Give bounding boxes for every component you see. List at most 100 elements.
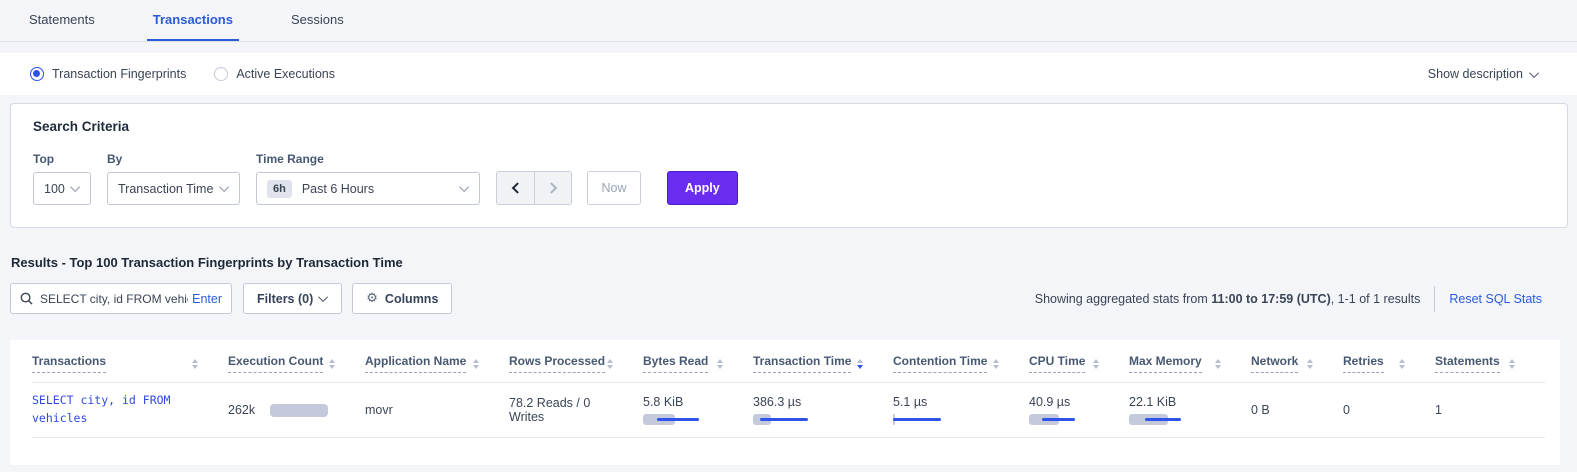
time-range-label: Time Range <box>256 152 480 166</box>
chevron-left-icon <box>511 182 522 193</box>
tab-statements[interactable]: Statements <box>23 0 101 41</box>
sort-icon[interactable] <box>607 359 613 369</box>
sort-icon[interactable] <box>857 359 863 369</box>
chevron-down-icon <box>459 182 469 192</box>
table-row: SELECT city, id FROM vehicles 262k movr … <box>32 383 1545 438</box>
col-header-execution-count[interactable]: Execution Count <box>228 340 365 383</box>
col-header-bytes-read[interactable]: Bytes Read <box>643 340 753 383</box>
col-header-retries[interactable]: Retries <box>1343 340 1435 383</box>
by-value: Transaction Time <box>118 182 213 196</box>
time-range-field: Time Range 6h Past 6 Hours <box>256 152 480 205</box>
sort-icon[interactable] <box>329 359 335 369</box>
cpu-time-stddev-line <box>1042 418 1075 421</box>
results-table-panel: Transactions Execution Count Application… <box>10 340 1560 465</box>
table-header-row: Transactions Execution Count Application… <box>32 340 1545 383</box>
cell-rows-processed: 78.2 Reads / 0 Writes <box>509 383 643 438</box>
by-select[interactable]: Transaction Time <box>107 172 240 205</box>
search-box[interactable]: Enter <box>10 283 232 314</box>
prev-time-window-button[interactable] <box>497 172 534 204</box>
cell-contention-time: 5.1 µs <box>893 383 1029 438</box>
sort-icon[interactable] <box>473 359 479 369</box>
apply-button[interactable]: Apply <box>667 171 738 205</box>
search-criteria-title: Search Criteria <box>33 119 1545 134</box>
transactions-page: Statements Transactions Sessions Transac… <box>0 0 1577 472</box>
transaction-time-stddev-line <box>760 418 808 421</box>
reset-sql-stats-link[interactable]: Reset SQL Stats <box>1449 292 1542 306</box>
chevron-down-icon <box>1529 68 1539 78</box>
cell-retries: 0 <box>1343 383 1435 438</box>
cell-statements: 1 <box>1435 383 1545 438</box>
search-criteria-card: Search Criteria Top 100 By Transaction T… <box>10 103 1568 228</box>
search-icon <box>20 292 33 305</box>
chevron-down-icon <box>70 182 80 192</box>
col-header-max-memory[interactable]: Max Memory <box>1129 340 1251 383</box>
transactions-table: Transactions Execution Count Application… <box>32 340 1545 438</box>
transaction-fingerprint-link[interactable]: SELECT city, id FROM vehicles <box>32 392 202 428</box>
sort-icon[interactable] <box>717 359 723 369</box>
by-field: By Transaction Time <box>107 152 240 205</box>
sort-icon[interactable] <box>1307 359 1313 369</box>
gear-icon: ⚙ <box>366 291 378 306</box>
columns-label: Columns <box>385 292 438 306</box>
time-range-select[interactable]: 6h Past 6 Hours <box>256 172 480 205</box>
cell-application-name: movr <box>365 383 509 438</box>
execution-count-value: 262k <box>228 403 255 417</box>
col-header-network[interactable]: Network <box>1251 340 1343 383</box>
vertical-divider <box>1434 286 1435 312</box>
sort-icon[interactable] <box>1093 359 1099 369</box>
execution-count-bar <box>270 404 328 417</box>
search-enter-hint[interactable]: Enter <box>192 292 222 306</box>
now-button[interactable]: Now <box>587 171 641 205</box>
contention-time-stddev-line <box>893 418 941 421</box>
page-tabs: Statements Transactions Sessions <box>0 0 1577 42</box>
col-header-transactions[interactable]: Transactions <box>32 340 228 383</box>
show-description-toggle[interactable]: Show description <box>1428 67 1539 81</box>
radio-unselected-icon <box>214 67 228 81</box>
tab-transactions[interactable]: Transactions <box>147 0 239 41</box>
chevron-down-icon <box>318 292 328 302</box>
cell-max-memory: 22.1 KiB <box>1129 383 1251 438</box>
col-header-cpu-time[interactable]: CPU Time <box>1029 340 1129 383</box>
radio-transaction-fingerprints[interactable]: Transaction Fingerprints <box>30 67 186 81</box>
radio-label: Active Executions <box>236 67 335 81</box>
cell-cpu-time: 40.9 µs <box>1029 383 1129 438</box>
columns-button[interactable]: ⚙ Columns <box>352 283 452 314</box>
top-value: 100 <box>44 182 65 196</box>
aggregated-stats-text: Showing aggregated stats from 11:00 to 1… <box>1035 292 1421 306</box>
sort-icon[interactable] <box>192 359 198 369</box>
chevron-down-icon <box>219 182 229 192</box>
time-window-arrows <box>496 171 572 205</box>
col-header-transaction-time[interactable]: Transaction Time <box>753 340 893 383</box>
col-header-contention-time[interactable]: Contention Time <box>893 340 1029 383</box>
filters-label: Filters (0) <box>257 292 313 306</box>
top-select[interactable]: 100 <box>33 172 91 205</box>
cell-transaction-time: 386.3 µs <box>753 383 893 438</box>
sort-icon[interactable] <box>1215 359 1221 369</box>
radio-label: Transaction Fingerprints <box>52 67 186 81</box>
results-title: Results - Top 100 Transaction Fingerprin… <box>11 255 1577 270</box>
filters-button[interactable]: Filters (0) <box>243 283 342 314</box>
bytes-read-stddev-line <box>657 418 699 421</box>
time-range-value: Past 6 Hours <box>302 182 374 196</box>
sort-icon[interactable] <box>1399 359 1405 369</box>
col-header-rows-processed[interactable]: Rows Processed <box>509 340 643 383</box>
col-header-statements[interactable]: Statements <box>1435 340 1545 383</box>
top-field: Top 100 <box>33 152 91 205</box>
max-memory-stddev-line <box>1145 418 1181 421</box>
search-input[interactable] <box>40 292 188 306</box>
sort-icon[interactable] <box>1509 359 1515 369</box>
sort-icon[interactable] <box>993 359 999 369</box>
radio-active-executions[interactable]: Active Executions <box>214 67 335 81</box>
radio-selected-icon <box>30 67 44 81</box>
cell-execution-count: 262k <box>228 383 365 438</box>
cell-bytes-read: 5.8 KiB <box>643 383 753 438</box>
top-label: Top <box>33 152 91 166</box>
chevron-right-icon <box>546 182 557 193</box>
cell-network: 0 B <box>1251 383 1343 438</box>
by-label: By <box>107 152 240 166</box>
results-controls: Enter Filters (0) ⚙ Columns Showing aggr… <box>10 283 1567 314</box>
show-description-label: Show description <box>1428 67 1523 81</box>
next-time-window-button[interactable] <box>534 172 571 204</box>
col-header-application-name[interactable]: Application Name <box>365 340 509 383</box>
tab-sessions[interactable]: Sessions <box>285 0 350 41</box>
